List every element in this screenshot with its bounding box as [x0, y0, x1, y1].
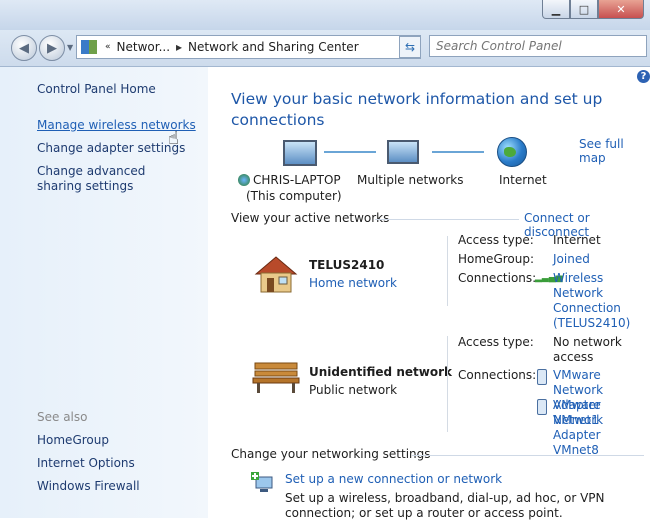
see-full-map-link[interactable]: See full map: [579, 137, 650, 165]
network-divider: [447, 336, 448, 432]
access-type-label: Access type:: [458, 335, 534, 349]
homegroup-joined-link[interactable]: Joined: [553, 252, 590, 267]
forward-button[interactable]: ▶: [39, 35, 65, 61]
sidebar-item-control-panel-home[interactable]: Control Panel Home: [37, 82, 156, 96]
map-connection-line: [324, 151, 376, 153]
network-name-telus: TELUS2410: [309, 258, 385, 272]
connections-label: Connections:: [458, 271, 537, 285]
window-titlebar: ▁ □ ✕: [0, 0, 650, 31]
setup-description: Set up a wireless, broadband, dial-up, a…: [285, 491, 605, 520]
homegroup-label: HomeGroup:: [458, 252, 535, 266]
minimize-button[interactable]: ▁: [542, 0, 570, 19]
search-input[interactable]: [436, 39, 636, 53]
section-divider: [412, 455, 644, 456]
navigation-bar: ◀ ▶ ▼ « Networ... ▸ Network and Sharing …: [0, 30, 650, 67]
connections-label: Connections:: [458, 368, 537, 382]
access-type-value: Internet: [553, 233, 601, 247]
network-type-public: Public network: [309, 383, 398, 397]
help-icon[interactable]: ?: [637, 70, 650, 83]
computer-icon: [283, 140, 317, 166]
map-connection-line: [432, 151, 484, 153]
refresh-button[interactable]: ⇆: [399, 36, 421, 58]
back-arrow-icon: ◀: [19, 40, 29, 56]
access-type-label: Access type:: [458, 233, 534, 247]
map-computer-label: CHRIS-LAPTOP: [253, 173, 341, 187]
new-connection-icon: [251, 472, 273, 492]
maximize-button[interactable]: □: [570, 0, 598, 19]
vmware-adapter-icon: [537, 369, 547, 385]
sidebar-item-adapter-settings[interactable]: Change adapter settings: [37, 141, 185, 155]
network-name-unidentified: Unidentified network: [309, 365, 452, 379]
map-computer-sublabel: (This computer): [246, 189, 342, 203]
breadcrumb-chevron-icon[interactable]: ▸: [176, 40, 182, 54]
control-panel-network-icon: [81, 40, 97, 54]
search-box[interactable]: [429, 35, 647, 57]
network-divider: [447, 236, 448, 306]
sidebar-item-homegroup[interactable]: HomeGroup: [37, 433, 109, 447]
sidebar-item-advanced-sharing[interactable]: Change advanced sharing settings: [37, 164, 187, 194]
network-type-home-link[interactable]: Home network: [309, 276, 397, 290]
forward-arrow-icon: ▶: [47, 40, 57, 56]
sidebar-see-also-heading: See also: [37, 410, 88, 424]
sidebar-item-windows-firewall[interactable]: Windows Firewall: [37, 479, 140, 493]
back-button[interactable]: ◀: [11, 35, 37, 61]
section-divider: [375, 219, 519, 220]
home-network-icon: [254, 256, 298, 293]
access-type-value: No network access: [553, 335, 622, 364]
window-controls: ▁ □ ✕: [542, 0, 644, 19]
active-networks-heading: View your active networks: [231, 211, 390, 225]
setup-new-connection-link[interactable]: Set up a new connection or network: [285, 472, 502, 486]
internet-globe-icon: [497, 137, 527, 167]
wireless-connection-link[interactable]: Wireless Network Connection (TELUS2410): [553, 271, 648, 331]
close-button[interactable]: ✕: [598, 0, 644, 19]
vmware-adapter-icon: [537, 399, 547, 415]
sidebar-item-internet-options[interactable]: Internet Options: [37, 456, 135, 470]
map-computer-label-row[interactable]: CHRIS-LAPTOP: [238, 173, 341, 187]
vmnet8-adapter-link[interactable]: VMware Network Adapter VMnet8: [553, 398, 648, 458]
map-internet-label[interactable]: Internet: [499, 173, 547, 187]
public-network-bench-icon: [252, 362, 300, 393]
address-bar[interactable]: « Networ... ▸ Network and Sharing Center…: [76, 35, 421, 59]
recent-pages-dropdown[interactable]: ▼: [67, 43, 73, 52]
homegroup-user-icon: [238, 174, 250, 186]
page-title: View your basic network information and …: [231, 90, 603, 129]
breadcrumb-network[interactable]: Networ...: [117, 40, 171, 54]
refresh-icon: ⇆: [404, 40, 416, 54]
address-overflow-chevron[interactable]: «: [105, 42, 111, 52]
breadcrumb-network-sharing-center[interactable]: Network and Sharing Center: [188, 40, 359, 54]
change-settings-heading: Change your networking settings: [231, 447, 431, 461]
map-multiple-networks-label[interactable]: Multiple networks: [357, 173, 463, 187]
multiple-networks-icon: [387, 140, 419, 164]
